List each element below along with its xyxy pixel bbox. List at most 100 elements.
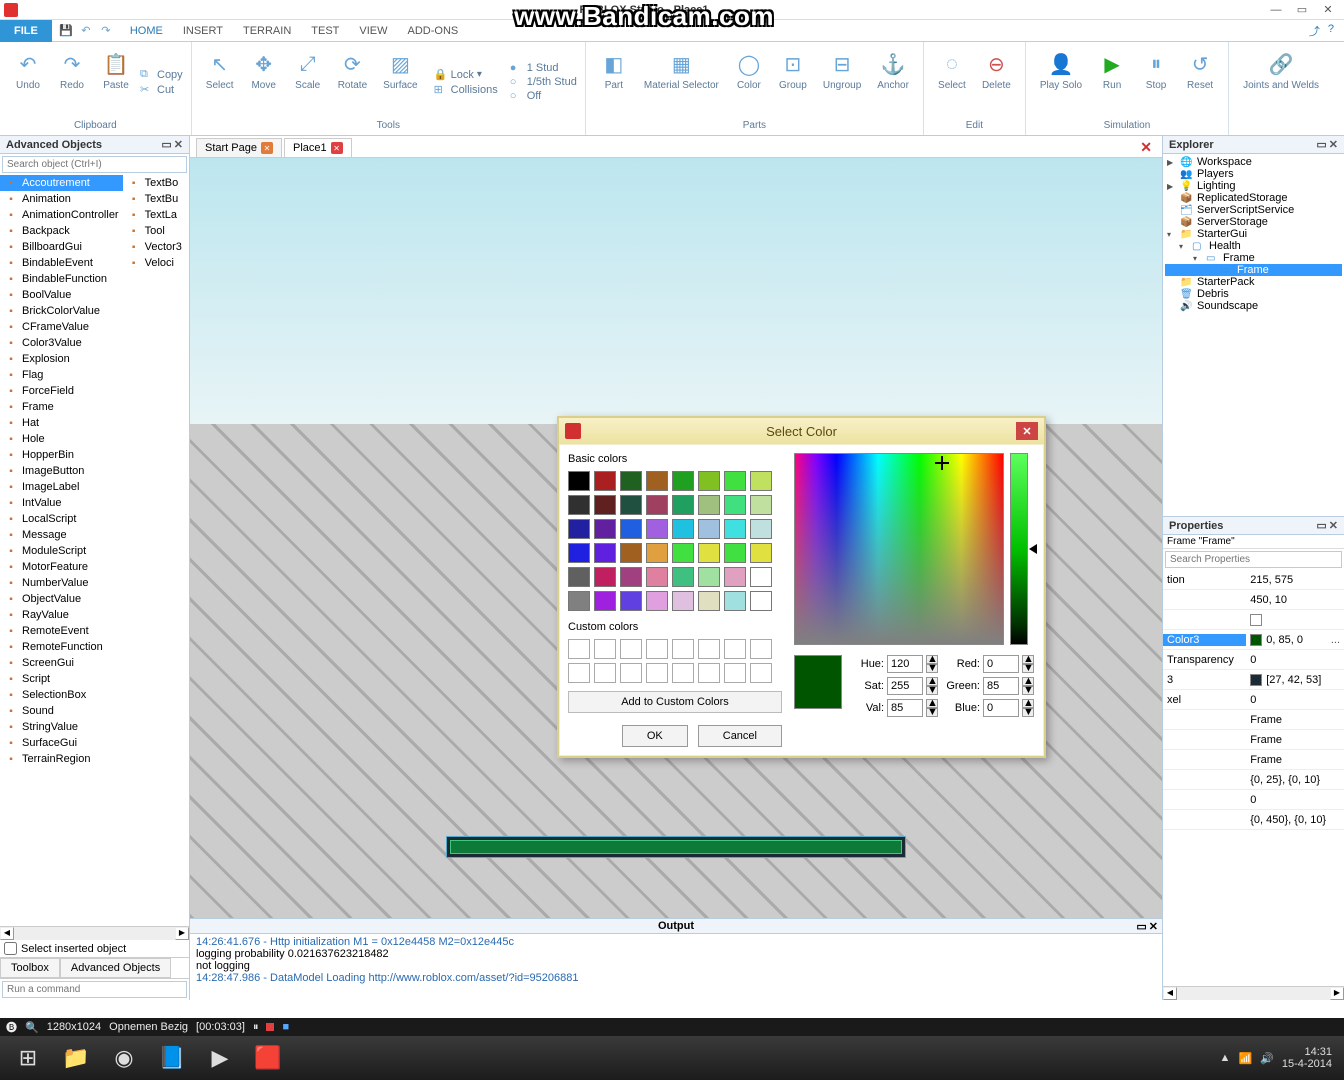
basic-color-swatch[interactable] bbox=[646, 471, 668, 491]
hue-input[interactable]: 120 bbox=[887, 655, 923, 673]
basic-color-swatch[interactable] bbox=[750, 471, 772, 491]
object-item[interactable]: ▪NumberValue bbox=[0, 575, 123, 591]
joints-button[interactable]: 🔗Joints and Welds bbox=[1237, 46, 1325, 129]
snap-off[interactable]: ○Off bbox=[510, 90, 577, 102]
basic-color-swatch[interactable] bbox=[672, 543, 694, 563]
file-explorer-icon[interactable]: 📁 bbox=[52, 1040, 100, 1076]
property-row[interactable]: 450, 10 bbox=[1163, 590, 1344, 610]
basic-color-swatch[interactable] bbox=[698, 543, 720, 563]
edit-delete-button[interactable]: ⊖Delete bbox=[976, 46, 1017, 118]
move-tool[interactable]: ✥Move bbox=[244, 46, 284, 118]
basic-color-swatch[interactable] bbox=[594, 567, 616, 587]
color-gradient[interactable] bbox=[794, 453, 1004, 645]
tree-item[interactable]: 📁StarterPack bbox=[1165, 276, 1342, 288]
basic-color-swatch[interactable] bbox=[568, 591, 590, 611]
tree-item[interactable]: 🗑Debris bbox=[1165, 288, 1342, 300]
sat-input[interactable]: 255 bbox=[887, 677, 923, 695]
custom-color-slot[interactable] bbox=[672, 663, 694, 683]
edit-select-button[interactable]: ◌Select bbox=[932, 46, 972, 118]
panel-close-icon[interactable]: ✕ bbox=[1329, 138, 1338, 151]
custom-color-slot[interactable] bbox=[724, 663, 746, 683]
sat-spinner[interactable]: ▲▼ bbox=[926, 677, 938, 695]
properties-search-input[interactable] bbox=[1165, 551, 1342, 568]
snap-1stud[interactable]: ●1 Stud bbox=[510, 62, 577, 74]
add-custom-button[interactable]: Add to Custom Colors bbox=[568, 691, 782, 713]
object-item[interactable]: ▪SurfaceGui bbox=[0, 735, 123, 751]
object-item[interactable]: ▪AnimationController bbox=[0, 207, 123, 223]
basic-color-swatch[interactable] bbox=[568, 567, 590, 587]
basic-color-swatch[interactable] bbox=[672, 567, 694, 587]
tab-home[interactable]: HOME bbox=[120, 22, 173, 40]
object-item[interactable]: ▪HopperBin bbox=[0, 447, 123, 463]
custom-color-slot[interactable] bbox=[594, 639, 616, 659]
close-button[interactable]: ✕ bbox=[1316, 2, 1340, 18]
object-item[interactable]: ▪SelectionBox bbox=[0, 687, 123, 703]
object-item[interactable]: ▪Accoutrement bbox=[0, 175, 123, 191]
recorder-pause-icon[interactable]: ⏸ bbox=[253, 1021, 259, 1034]
object-item[interactable]: ▪Hole bbox=[0, 431, 123, 447]
properties-hscroll[interactable]: ◀▶ bbox=[1163, 986, 1344, 1000]
select-inserted-checkbox[interactable] bbox=[4, 942, 17, 955]
ungroup-button[interactable]: ⊟Ungroup bbox=[817, 46, 867, 118]
tree-item[interactable]: 📦ReplicatedStorage bbox=[1165, 192, 1342, 204]
basic-color-swatch[interactable] bbox=[646, 543, 668, 563]
stop-button[interactable]: ⏸Stop bbox=[1136, 46, 1176, 118]
basic-color-swatch[interactable] bbox=[568, 471, 590, 491]
basic-color-swatch[interactable] bbox=[646, 495, 668, 515]
custom-color-slot[interactable] bbox=[594, 663, 616, 683]
lock-toggle[interactable]: 🔒Lock ▾ bbox=[434, 68, 498, 81]
basic-color-swatch[interactable] bbox=[594, 519, 616, 539]
panel-float-icon[interactable]: ▭ bbox=[161, 138, 171, 151]
media-player-icon[interactable]: ▶ bbox=[196, 1040, 244, 1076]
basic-color-swatch[interactable] bbox=[750, 591, 772, 611]
red-spinner[interactable]: ▲▼ bbox=[1022, 655, 1034, 673]
object-list[interactable]: ▪Accoutrement▪Animation▪AnimationControl… bbox=[0, 175, 189, 926]
scale-tool[interactable]: ⤢Scale bbox=[288, 46, 328, 118]
property-row[interactable] bbox=[1163, 610, 1344, 630]
cut-button[interactable]: ✂Cut bbox=[140, 83, 183, 96]
custom-color-slot[interactable] bbox=[568, 639, 590, 659]
tab-terrain[interactable]: TERRAIN bbox=[233, 22, 301, 40]
basic-color-swatch[interactable] bbox=[724, 591, 746, 611]
basic-color-swatch[interactable] bbox=[568, 495, 590, 515]
object-item[interactable]: ▪LocalScript bbox=[0, 511, 123, 527]
tab-test[interactable]: TEST bbox=[301, 22, 349, 40]
taskbar-clock[interactable]: 14:3115-4-2014 bbox=[1282, 1046, 1332, 1070]
tab-addons[interactable]: ADD-ONS bbox=[398, 22, 469, 40]
object-item[interactable]: ▪Frame bbox=[0, 399, 123, 415]
panel-float-icon[interactable]: ▭ bbox=[1316, 138, 1326, 151]
cancel-button[interactable]: Cancel bbox=[698, 725, 782, 747]
basic-color-swatch[interactable] bbox=[698, 519, 720, 539]
object-item[interactable]: ▪BrickColorValue bbox=[0, 303, 123, 319]
object-item[interactable]: ▪Color3Value bbox=[0, 335, 123, 351]
property-row[interactable]: Color30, 85, 0... bbox=[1163, 630, 1344, 650]
custom-color-slot[interactable] bbox=[646, 639, 668, 659]
advanced-objects-tab[interactable]: Advanced Objects bbox=[60, 958, 171, 978]
object-item[interactable]: ▪TerrainRegion bbox=[0, 751, 123, 767]
basic-color-swatch[interactable] bbox=[594, 591, 616, 611]
basic-color-swatch[interactable] bbox=[620, 543, 642, 563]
blue-spinner[interactable]: ▲▼ bbox=[1022, 699, 1034, 717]
val-spinner[interactable]: ▲▼ bbox=[926, 699, 938, 717]
undo-icon[interactable]: ↶ bbox=[78, 23, 94, 39]
object-item[interactable]: ▪Explosion bbox=[0, 351, 123, 367]
object-item[interactable]: ▪Veloci bbox=[123, 255, 189, 271]
blue-input[interactable]: 0 bbox=[983, 699, 1019, 717]
command-input[interactable] bbox=[2, 981, 187, 998]
object-item[interactable]: ▪MotorFeature bbox=[0, 559, 123, 575]
object-item[interactable]: ▪ObjectValue bbox=[0, 591, 123, 607]
material-button[interactable]: ▦Material Selector bbox=[638, 46, 725, 118]
basic-color-swatch[interactable] bbox=[750, 519, 772, 539]
part-button[interactable]: ◧Part bbox=[594, 46, 634, 118]
doctab-place1[interactable]: Place1✕ bbox=[284, 138, 352, 157]
object-item[interactable]: ▪BindableFunction bbox=[0, 271, 123, 287]
basic-color-swatch[interactable] bbox=[724, 543, 746, 563]
green-spinner[interactable]: ▲▼ bbox=[1022, 677, 1034, 695]
object-item[interactable]: ▪BillboardGui bbox=[0, 239, 123, 255]
surface-tool[interactable]: ▨Surface bbox=[377, 46, 423, 118]
file-menu[interactable]: FILE bbox=[0, 20, 52, 42]
object-item[interactable]: ▪ForceField bbox=[0, 383, 123, 399]
panel-float-icon[interactable]: ▭ bbox=[1316, 519, 1326, 532]
object-item[interactable]: ▪Tool bbox=[123, 223, 189, 239]
object-item[interactable]: ▪Message bbox=[0, 527, 123, 543]
